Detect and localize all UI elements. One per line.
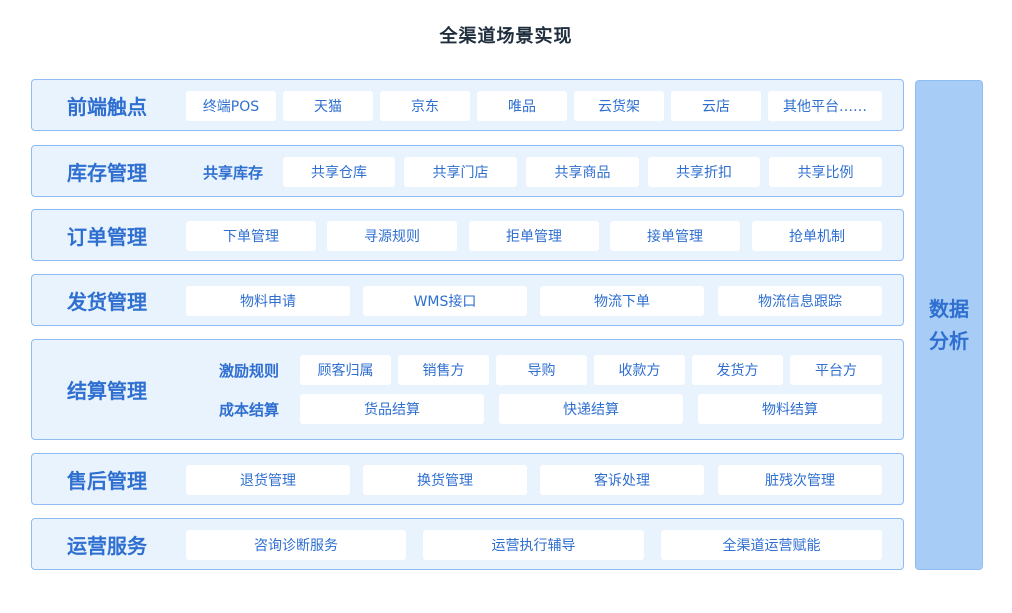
chip-shared-store: 共享门店 <box>404 157 517 187</box>
row-label: 订单管理 <box>67 224 147 249</box>
row-label: 结算管理 <box>67 379 147 403</box>
chip-returns: 退货管理 <box>186 465 350 495</box>
chip-logistics-tracking: 物流信息跟踪 <box>718 286 882 316</box>
chip-vip: 唯品 <box>477 91 567 121</box>
row-operations: 运营服务 咨询诊断服务 运营执行辅导 全渠道运营赋能 <box>31 518 904 570</box>
chip-ops-coaching: 运营执行辅导 <box>423 530 644 560</box>
chip-defects: 脏残次管理 <box>718 465 882 495</box>
chip-platform: 平台方 <box>790 355 882 385</box>
sublabel-incentive-rules: 激励规则 <box>218 361 279 380</box>
row-settlement: 结算管理 激励规则 顾客归属 销售方 导购 收款方 发货方 平台方 成本结算 货… <box>31 339 904 440</box>
chip-wms-interface: WMS接口 <box>363 286 527 316</box>
data-analysis-column: 数据分析 <box>915 80 983 570</box>
chip-shared-warehouse: 共享仓库 <box>283 157 395 187</box>
chip-exchanges: 换货管理 <box>363 465 527 495</box>
chip-accept-order: 接单管理 <box>610 221 740 251</box>
chip-payee: 收款方 <box>594 355 685 385</box>
row-orders: 订单管理 下单管理 寻源规则 拒单管理 接单管理 抢单机制 <box>31 209 904 261</box>
chip-shared-ratio: 共享比例 <box>769 157 882 187</box>
sublabel-cost-settlement: 成本结算 <box>218 400 279 419</box>
chip-shopping-guide: 导购 <box>496 355 587 385</box>
chip-goods-settlement: 货品结算 <box>300 394 484 424</box>
chip-consulting: 咨询诊断服务 <box>186 530 406 560</box>
row-touchpoints: 前端触点 终端POS 天猫 京东 唯品 云货架 云店 其他平台…… <box>31 79 904 131</box>
chip-shipper: 发货方 <box>692 355 783 385</box>
chip-tmall: 天猫 <box>283 91 373 121</box>
row-label: 库存管理 <box>67 160 147 185</box>
chip-material-request: 物料申请 <box>186 286 350 316</box>
row-label: 发货管理 <box>67 289 147 314</box>
chip-jd: 京东 <box>380 91 470 121</box>
chip-shared-discount: 共享折扣 <box>648 157 760 187</box>
chip-express-settlement: 快递结算 <box>499 394 683 424</box>
row-label: 前端触点 <box>67 94 147 119</box>
chip-pos: 终端POS <box>186 91 276 121</box>
chip-logistics-order: 物流下单 <box>540 286 704 316</box>
chip-material-settlement: 物料结算 <box>698 394 882 424</box>
chip-complaints: 客诉处理 <box>540 465 704 495</box>
row-label: 售后管理 <box>67 468 147 493</box>
chip-customer-attribution: 顾客归属 <box>300 355 391 385</box>
chip-sourcing-rules: 寻源规则 <box>327 221 457 251</box>
chip-seller: 销售方 <box>398 355 489 385</box>
row-aftersales: 售后管理 退货管理 换货管理 客诉处理 脏残次管理 <box>31 453 904 505</box>
page-title: 全渠道场景实现 <box>439 26 573 47</box>
sublabel-shared-stock: 共享库存 <box>202 163 263 182</box>
chip-other-platforms: 其他平台…… <box>768 91 882 121</box>
chip-grab-order: 抢单机制 <box>752 221 882 251</box>
row-inventory: 库存管理 共享库存 共享仓库 共享门店 共享商品 共享折扣 共享比例 <box>31 145 904 197</box>
row-label: 运营服务 <box>67 533 147 558</box>
chip-cloud-shelf: 云货架 <box>574 91 664 121</box>
row-shipping: 发货管理 物料申请 WMS接口 物流下单 物流信息跟踪 <box>31 274 904 326</box>
chip-place-order: 下单管理 <box>186 221 316 251</box>
side-label: 数据分析 <box>929 297 969 353</box>
chip-omni-empowerment: 全渠道运营赋能 <box>661 530 882 560</box>
chip-reject-order: 拒单管理 <box>469 221 599 251</box>
chip-shared-goods: 共享商品 <box>526 157 639 187</box>
chip-cloud-store: 云店 <box>671 91 761 121</box>
